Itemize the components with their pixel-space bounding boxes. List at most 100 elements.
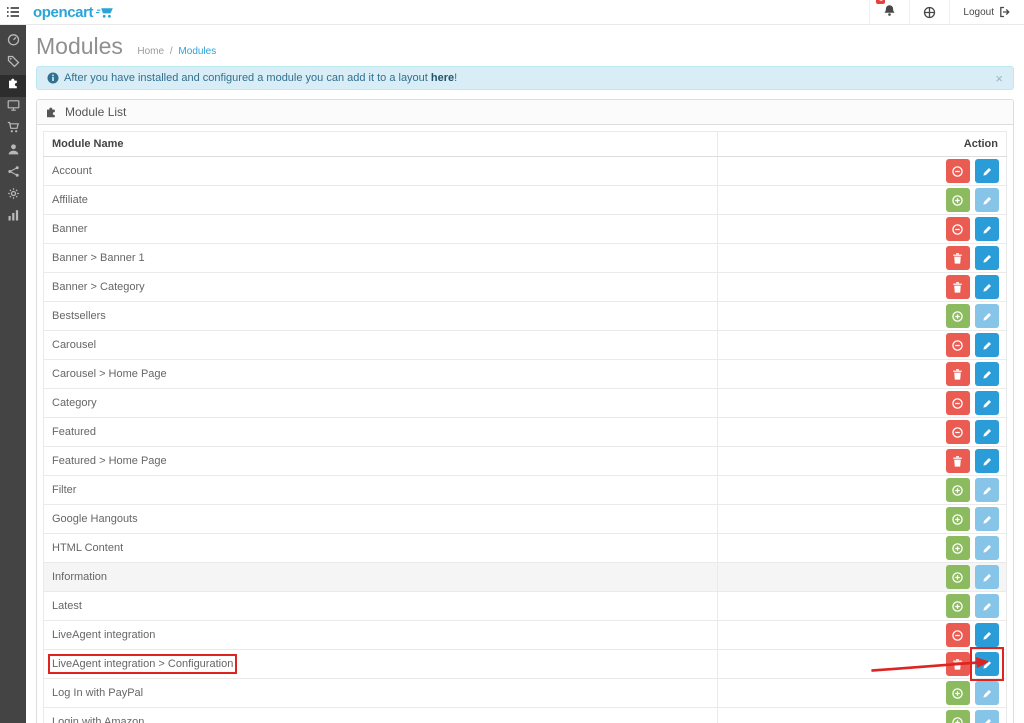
top-bar: opencart 1 [0, 0, 1024, 25]
menu-toggle-button[interactable] [0, 0, 26, 25]
table-row: Filter [43, 475, 1007, 505]
uninstall-button[interactable] [945, 623, 970, 647]
sidebar-item-sales[interactable] [0, 119, 26, 141]
delete-button[interactable] [945, 652, 970, 676]
module-name: Affiliate [52, 194, 88, 206]
install-button[interactable] [945, 710, 970, 723]
sidebar-item-extensions[interactable] [0, 75, 26, 97]
layout-here-link[interactable]: here [431, 72, 454, 84]
module-name: Featured [52, 426, 97, 438]
table-row: Information [43, 562, 1007, 592]
trash-icon [951, 455, 964, 468]
module-name: HTML Content [52, 542, 124, 554]
pencil-icon [981, 600, 994, 613]
table-row: LiveAgent integration [43, 620, 1007, 650]
alert-close-icon[interactable]: × [995, 72, 1003, 85]
reports-icon [7, 209, 20, 227]
sidebar-item-catalog[interactable] [0, 53, 26, 75]
edit-button[interactable] [975, 159, 999, 183]
sidebar-item-system[interactable] [0, 185, 26, 207]
breadcrumb-home-link[interactable]: Home [137, 46, 164, 57]
install-button[interactable] [945, 188, 970, 212]
install-button[interactable] [945, 478, 970, 502]
edit-button[interactable] [975, 681, 999, 705]
alert-text: After you have installed and configured … [64, 72, 458, 84]
info-alert: After you have installed and configured … [36, 66, 1014, 90]
delete-button[interactable] [945, 275, 970, 299]
edit-button[interactable] [975, 420, 999, 444]
logout-label: Logout [963, 6, 994, 18]
table-row: Banner > Category [43, 272, 1007, 302]
edit-button[interactable] [975, 217, 999, 241]
uninstall-button[interactable] [945, 391, 970, 415]
delete-button[interactable] [945, 362, 970, 386]
edit-button[interactable] [975, 362, 999, 386]
table-row: Banner > Banner 1 [43, 243, 1007, 273]
install-button[interactable] [945, 507, 970, 531]
edit-button[interactable] [975, 565, 999, 589]
globe-icon [924, 6, 936, 18]
delete-button[interactable] [945, 449, 970, 473]
edit-button[interactable] [975, 304, 999, 328]
module-table: Module Name Action Account Affiliate Ban… [43, 131, 1007, 723]
plus-circle-icon [951, 716, 964, 723]
trash-icon [951, 368, 964, 381]
table-row: Log In with PayPal [43, 678, 1007, 708]
minus-circle-icon [951, 629, 964, 642]
breadcrumb-current-link[interactable]: Modules [178, 46, 216, 57]
sidebar-item-marketing[interactable] [0, 163, 26, 185]
sidebar-item-dashboard[interactable] [0, 31, 26, 53]
dashboard-icon [7, 33, 20, 51]
hamburger-icon [7, 7, 19, 17]
uninstall-button[interactable] [945, 159, 970, 183]
opencart-logo[interactable]: opencart [33, 4, 114, 21]
install-button[interactable] [945, 594, 970, 618]
edit-button[interactable] [975, 507, 999, 531]
panel-heading: Module List [37, 100, 1013, 125]
uninstall-button[interactable] [945, 217, 970, 241]
sidebar-nav [0, 25, 26, 723]
customers-icon [7, 143, 20, 161]
logo-text: opencart [33, 3, 94, 21]
uninstall-button[interactable] [945, 333, 970, 357]
breadcrumb-separator: / [169, 46, 173, 57]
panel-title: Module List [65, 105, 127, 119]
plus-circle-icon [951, 513, 964, 526]
edit-button[interactable] [975, 333, 999, 357]
edit-button[interactable] [975, 449, 999, 473]
sales-icon [7, 121, 20, 139]
edit-button[interactable] [975, 275, 999, 299]
delete-button[interactable] [945, 246, 970, 270]
notifications-button[interactable]: 1 [869, 0, 909, 24]
plus-circle-icon [951, 310, 964, 323]
module-name: Banner > Category [52, 281, 145, 293]
edit-button[interactable] [975, 623, 999, 647]
table-row: Affiliate [43, 185, 1007, 215]
info-icon [47, 72, 59, 84]
module-name: Featured > Home Page [52, 455, 167, 467]
table-row: Carousel > Home Page [43, 359, 1007, 389]
logout-button[interactable]: Logout [949, 0, 1024, 24]
install-button[interactable] [945, 304, 970, 328]
edit-button[interactable] [975, 536, 999, 560]
module-name: Latest [52, 600, 82, 612]
edit-button[interactable] [975, 594, 999, 618]
install-button[interactable] [945, 681, 970, 705]
edit-button[interactable] [975, 188, 999, 212]
edit-button[interactable] [975, 652, 999, 676]
sidebar-item-customers[interactable] [0, 141, 26, 163]
install-button[interactable] [945, 536, 970, 560]
edit-button[interactable] [975, 710, 999, 723]
edit-button[interactable] [975, 246, 999, 270]
table-row: Featured > Home Page [43, 446, 1007, 476]
edit-button[interactable] [975, 478, 999, 502]
sidebar-item-design[interactable] [0, 97, 26, 119]
cart-logo-icon [96, 7, 113, 18]
uninstall-button[interactable] [945, 420, 970, 444]
install-button[interactable] [945, 565, 970, 589]
minus-circle-icon [951, 426, 964, 439]
sidebar-item-reports[interactable] [0, 207, 26, 229]
minus-circle-icon [951, 165, 964, 178]
stores-button[interactable] [909, 0, 949, 24]
edit-button[interactable] [975, 391, 999, 415]
